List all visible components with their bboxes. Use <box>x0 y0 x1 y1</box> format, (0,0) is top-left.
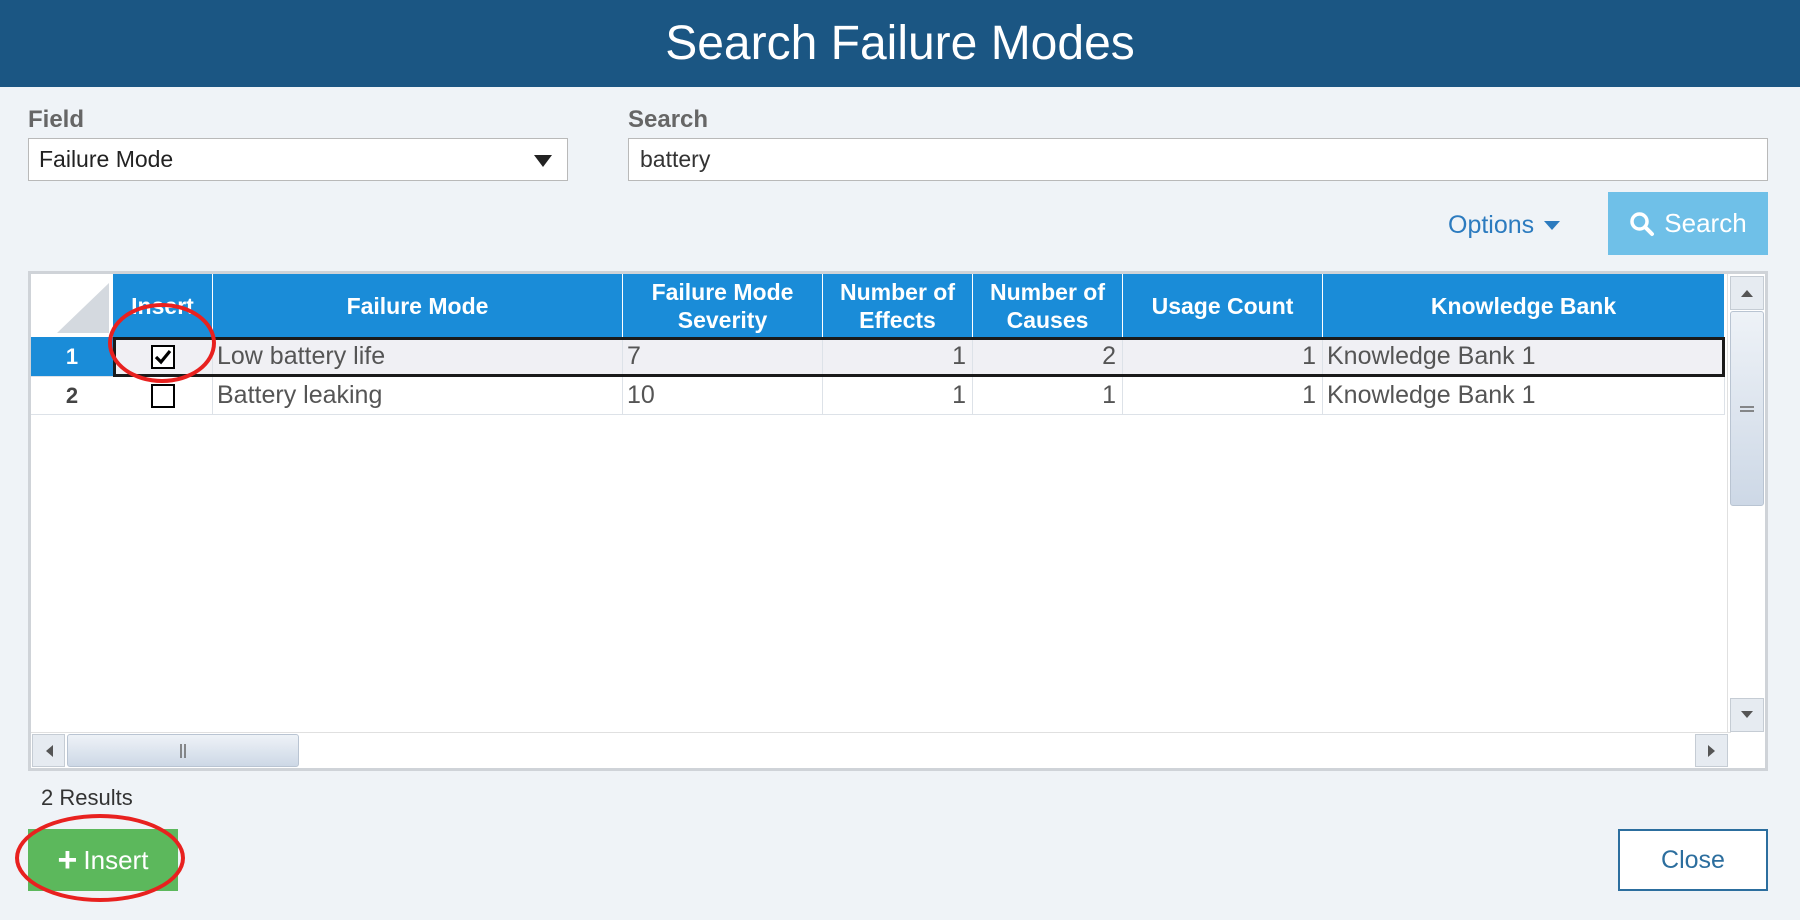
search-label: Search <box>628 106 709 133</box>
options-dropdown[interactable]: Options <box>1448 207 1561 243</box>
dialog-title: Search Failure Modes <box>665 17 1135 70</box>
usage-count-cell: 1 <box>1123 377 1323 415</box>
dropdown-arrow-icon <box>534 155 552 167</box>
checkmark-icon <box>154 349 171 364</box>
column-header-knowledge-bank[interactable]: Knowledge Bank <box>1323 274 1725 337</box>
insert-checkbox[interactable] <box>150 383 175 408</box>
column-header-failure-mode[interactable]: Failure Mode <box>213 274 623 337</box>
column-header-insert[interactable]: Insert <box>113 274 213 337</box>
column-header-usage-count[interactable]: Usage Count <box>1123 274 1323 337</box>
column-header-effects[interactable]: Number of Effects <box>823 274 973 337</box>
search-button[interactable]: Search <box>1608 192 1768 255</box>
grid-corner[interactable] <box>31 274 113 337</box>
horizontal-scroll-thumb[interactable] <box>67 734 299 767</box>
severity-cell: 10 <box>623 377 823 415</box>
grip-icon <box>180 743 186 758</box>
select-all-icon <box>57 283 109 333</box>
plus-icon: + <box>57 841 78 879</box>
results-grid: Insert Failure Mode Failure Mode Severit… <box>28 271 1768 771</box>
grip-icon <box>1740 405 1754 412</box>
scroll-up-button[interactable] <box>1730 276 1764 310</box>
column-header-causes[interactable]: Number of Causes <box>973 274 1123 337</box>
failure-mode-cell: Low battery life <box>213 337 623 377</box>
search-icon <box>1630 211 1655 236</box>
row-number[interactable]: 1 <box>31 337 113 377</box>
row-number[interactable]: 2 <box>31 377 113 415</box>
horizontal-scrollbar[interactable] <box>31 732 1731 768</box>
severity-cell: 7 <box>623 337 823 377</box>
search-input[interactable] <box>628 138 1768 181</box>
knowledge-bank-cell: Knowledge Bank 1 <box>1323 377 1725 415</box>
vertical-scroll-thumb[interactable] <box>1730 311 1764 506</box>
arrow-right-icon <box>1707 744 1715 757</box>
options-label: Options <box>1448 210 1535 239</box>
search-button-label: Search <box>1664 208 1747 238</box>
scroll-left-button[interactable] <box>32 734 65 767</box>
usage-count-cell: 1 <box>1123 337 1323 377</box>
failure-mode-cell: Battery leaking <box>213 377 623 415</box>
insert-button[interactable]: + Insert <box>28 829 178 891</box>
causes-cell: 2 <box>973 337 1123 377</box>
arrow-left-icon <box>45 744 53 757</box>
results-count: 2 Results <box>41 785 133 810</box>
chevron-down-icon <box>1544 220 1561 230</box>
insert-checkbox[interactable] <box>150 344 175 369</box>
field-label: Field <box>28 106 85 133</box>
insert-cell <box>113 377 213 415</box>
causes-cell: 1 <box>973 377 1123 415</box>
dialog-title-bar: Search Failure Modes <box>0 0 1800 87</box>
arrow-up-icon <box>1741 290 1753 297</box>
knowledge-bank-cell: Knowledge Bank 1 <box>1323 337 1725 377</box>
column-header-severity[interactable]: Failure Mode Severity <box>623 274 823 337</box>
close-button[interactable]: Close <box>1618 829 1768 891</box>
insert-button-label: Insert <box>83 844 149 875</box>
close-button-label: Close <box>1661 845 1725 874</box>
scroll-right-button[interactable] <box>1695 734 1728 767</box>
scroll-down-button[interactable] <box>1730 698 1764 732</box>
arrow-down-icon <box>1741 711 1753 718</box>
field-select-value: Failure Mode <box>39 146 174 172</box>
effects-cell: 1 <box>823 377 973 415</box>
vertical-scrollbar[interactable] <box>1727 274 1765 736</box>
insert-cell <box>113 337 213 377</box>
effects-cell: 1 <box>823 337 973 377</box>
field-select[interactable]: Failure Mode <box>28 138 568 181</box>
